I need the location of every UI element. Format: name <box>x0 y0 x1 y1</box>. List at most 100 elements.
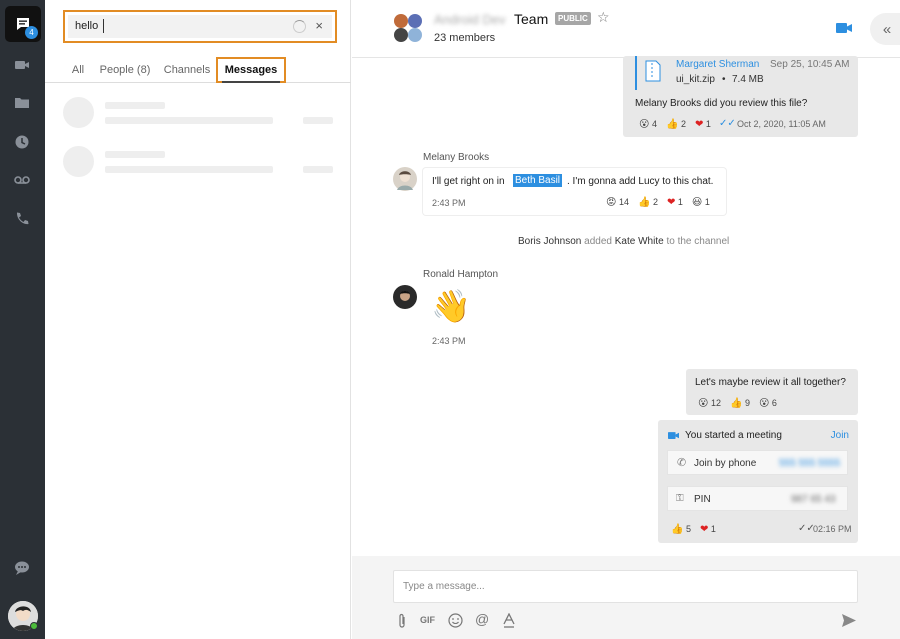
reaction-count: 1 <box>704 197 710 207</box>
system-target[interactable]: Kate White <box>615 236 664 247</box>
text-caret <box>103 19 104 33</box>
calls-nav-button[interactable] <box>13 210 31 228</box>
reaction-emoji: ❤ <box>666 197 676 208</box>
reaction-emoji: 😡 <box>606 197 617 208</box>
feedback-button[interactable] <box>13 559 31 577</box>
chat-header: Android Dev Team PUBLIC ☆ 23 members « <box>352 0 900 58</box>
online-status-dot <box>30 622 38 630</box>
message-text: Melany Brooks did you review this file? <box>635 98 808 109</box>
search-input-field[interactable]: hello × <box>68 15 332 38</box>
video-call-icon[interactable] <box>836 22 852 34</box>
tab-messages[interactable]: Messages <box>216 57 286 83</box>
key-icon: ⚿ <box>676 493 684 504</box>
search-panel: hello × All People (8) Channels Messages <box>45 0 351 639</box>
message-time: 2:43 PM <box>432 336 466 346</box>
phone-number[interactable]: 555 555 5555 <box>779 458 840 469</box>
reaction-chip[interactable]: 👍 2 <box>638 197 658 208</box>
meeting-card: You started a meeting Join ✆ Join by pho… <box>658 420 858 543</box>
reaction-emoji: 👍 <box>671 524 684 535</box>
file-sender-name[interactable]: Margaret Sherman <box>676 59 759 70</box>
collapse-panel-button[interactable]: « <box>870 13 900 45</box>
wave-emoji: 👋 <box>431 288 471 324</box>
member-count[interactable]: 23 members <box>434 32 495 44</box>
reaction-count: 6 <box>771 398 777 408</box>
message-time: 2:43 PM <box>432 198 466 208</box>
sender-name[interactable]: Melany Brooks <box>423 152 489 163</box>
reaction-chip[interactable]: 😃 1 <box>692 197 710 208</box>
pin-value: 987 65 43 <box>791 494 836 505</box>
chat-nav-button[interactable]: 4 <box>5 6 41 42</box>
reaction-emoji: ❤ <box>694 119 704 130</box>
reaction-count: 1 <box>677 197 683 207</box>
reaction-emoji: 😮 <box>639 119 650 130</box>
quote-bar <box>635 56 637 90</box>
files-nav-button[interactable] <box>13 94 31 112</box>
history-nav-button[interactable] <box>13 133 31 151</box>
join-meeting-link[interactable]: Join <box>831 430 849 441</box>
text-format-icon[interactable] <box>503 613 515 628</box>
system-actor[interactable]: Boris Johnson <box>518 236 581 247</box>
attach-icon[interactable] <box>397 613 407 629</box>
reaction-chip[interactable]: ❤ 1 <box>667 197 683 208</box>
send-icon[interactable] <box>842 614 856 627</box>
message-timestamp: Oct 2, 2020, 11:05 AM <box>737 119 826 129</box>
reaction-chip[interactable]: 😮 4 <box>639 119 657 130</box>
message-input-placeholder: Type a message... <box>403 581 485 592</box>
reaction-bar: 😡 14 👍 2 ❤ 1 😃 1 <box>606 197 710 208</box>
voicemail-icon <box>14 176 30 184</box>
search-value[interactable]: hello <box>75 20 98 32</box>
emoji-icon[interactable] <box>448 613 463 628</box>
join-by-phone-row[interactable]: ✆ Join by phone 555 555 5555 <box>667 450 848 475</box>
reaction-emoji: 👍 <box>637 197 651 208</box>
sender-name[interactable]: Ronald Hampton <box>423 269 498 280</box>
clear-search-icon[interactable]: × <box>315 18 323 33</box>
public-badge: PUBLIC <box>555 12 591 25</box>
channel-avatar <box>394 14 422 42</box>
message-bubble: I'll get right on in Beth Basil . I'm go… <box>423 168 726 215</box>
message-bubble: Let's maybe review it all together? 😮 12… <box>686 369 858 415</box>
reaction-chip[interactable]: 👍 5 <box>671 524 691 535</box>
reaction-count: 2 <box>652 197 658 207</box>
reaction-count: 12 <box>710 398 721 408</box>
file-name[interactable]: ui_kit.zip <box>676 74 715 85</box>
tab-people[interactable]: People (8) <box>99 57 151 83</box>
loading-placeholder-row <box>63 146 333 180</box>
video-icon <box>668 432 679 439</box>
channel-title: Team <box>514 11 549 27</box>
avatar[interactable] <box>393 285 417 309</box>
reaction-chip[interactable]: 😡 14 <box>606 197 629 208</box>
voicemail-nav-button[interactable] <box>13 171 31 189</box>
reaction-emoji: 👍 <box>729 398 743 409</box>
tab-channels[interactable]: Channels <box>162 57 212 83</box>
reaction-bar: 👍 5 ❤ 1 <box>671 524 716 535</box>
reaction-chip[interactable]: 😮 6 <box>759 398 777 409</box>
mention-icon[interactable]: @ <box>475 611 489 627</box>
phone-icon: ✆ <box>677 457 687 469</box>
reaction-chip[interactable]: ❤ 1 <box>700 524 716 535</box>
mention-chip[interactable]: Beth Basil <box>513 174 563 187</box>
zip-file-icon <box>645 60 661 82</box>
reaction-chip[interactable]: ❤ 1 <box>695 119 711 130</box>
system-message: Boris Johnson added Kate White to the ch… <box>518 236 729 247</box>
reaction-bar: 😮 4 👍 2 ❤ 1 <box>639 119 711 130</box>
message-timestamp: 02:16 PM <box>813 524 852 534</box>
reaction-chip[interactable]: 👍 2 <box>666 119 686 130</box>
reaction-count: 4 <box>651 119 657 129</box>
reaction-count: 14 <box>618 197 629 207</box>
reaction-chip[interactable]: 👍 9 <box>730 398 750 409</box>
clock-icon <box>15 135 29 149</box>
gif-icon[interactable]: GIF <box>420 615 435 625</box>
tab-all[interactable]: All <box>67 57 89 83</box>
reaction-chip[interactable]: 😮 12 <box>698 398 721 409</box>
search-tabs: All People (8) Channels Messages <box>45 57 351 83</box>
favorite-star-icon[interactable]: ☆ <box>597 9 610 26</box>
reaction-emoji: 👍 <box>665 119 679 130</box>
channel-title-blurred: Android Dev <box>434 12 506 27</box>
avatar[interactable] <box>393 167 417 191</box>
video-nav-button[interactable] <box>13 56 31 74</box>
search-input[interactable]: hello × <box>63 10 337 43</box>
message-text-start: I'll get right on in <box>432 176 505 187</box>
loading-placeholder-row <box>63 97 333 131</box>
join-by-phone-label: Join by phone <box>694 458 757 469</box>
message-input[interactable]: Type a message... <box>393 570 858 603</box>
